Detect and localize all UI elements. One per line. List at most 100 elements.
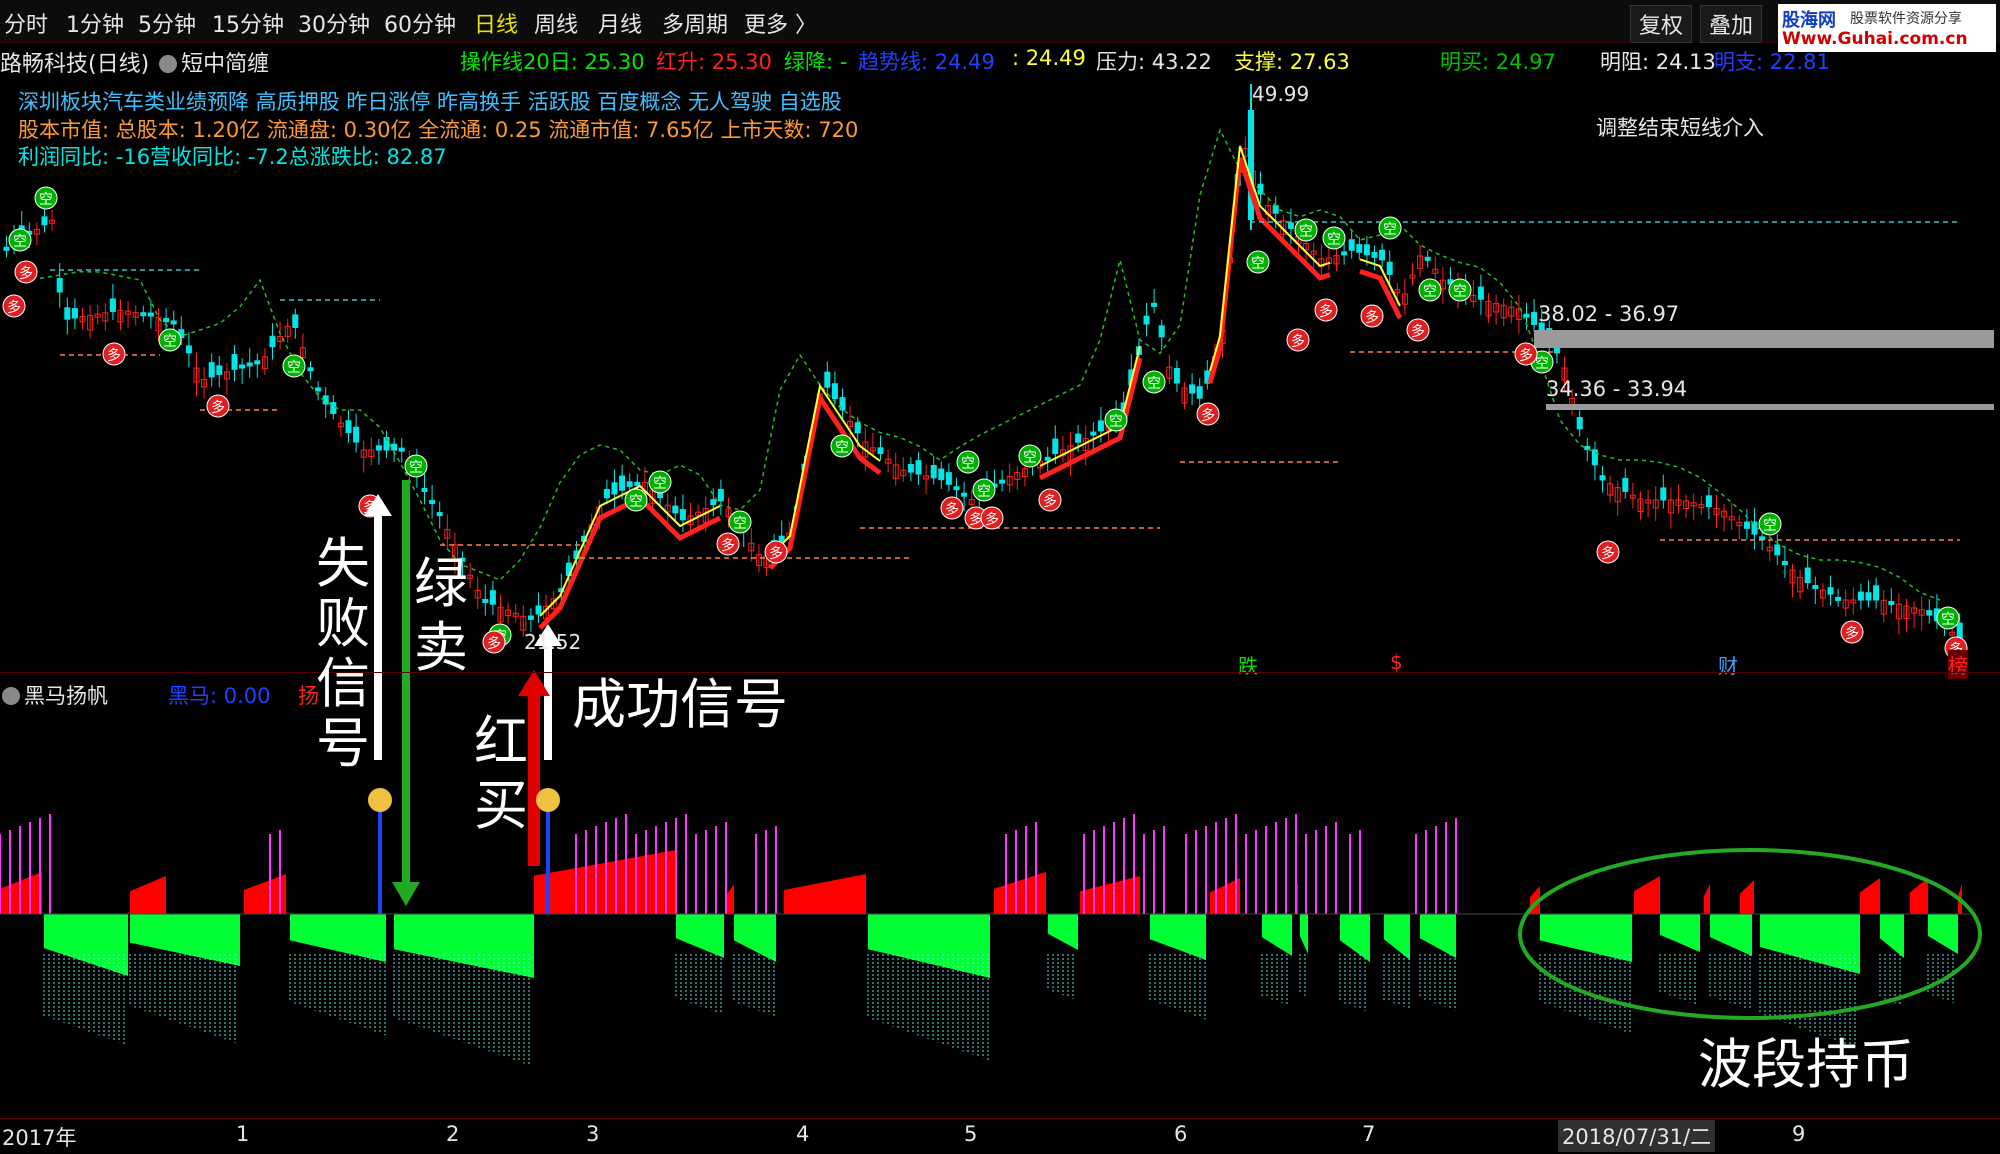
candle-body [1835,596,1842,601]
osc-red-block [726,884,734,914]
buy-marker-text: 多 [1365,309,1379,326]
candle-body [535,605,542,615]
candle-body [1804,567,1811,584]
sell-marker-text: 空 [1023,450,1037,466]
axis-month-2: 2 [446,1122,460,1146]
candle-body [603,488,610,499]
event-tag-dollar[interactable]: $ [1390,650,1403,674]
sell-marker-text: 空 [653,476,667,492]
operating-line-red [768,391,882,570]
osc-red-block [1080,876,1140,914]
event-tag-rank[interactable]: 榜 [1948,650,1968,679]
candle-body [140,312,147,317]
panel-divider [0,672,2000,673]
osc-green-block [1300,914,1308,954]
candle-body [672,505,679,514]
candle-body [953,486,960,491]
event-tag-finance[interactable]: 财 [1718,650,1738,679]
buy-marker-text: 多 [1519,347,1533,364]
candle-body [1888,600,1895,605]
candle-body [1151,302,1158,307]
buy-marker-text: 多 [985,511,999,528]
candle-body [1090,431,1097,436]
axis-year-label: 2017年 [2,1126,77,1150]
event-tag-fall[interactable]: 跌 [1238,650,1258,679]
buy-marker-text: 多 [769,545,783,562]
candle-body [1052,438,1059,455]
sell-marker-text: 空 [1941,612,1955,628]
sell-marker-text: 空 [1535,356,1549,372]
sell-marker-text: 空 [1763,518,1777,534]
kline-chart-canvas[interactable]: 空空空空空空空空空空空空空空空空空空空空空空空空多多多多多多多多多多多多多多多多… [0,0,2000,1154]
candle-body [246,362,253,367]
buy-marker-text: 多 [721,537,735,554]
candle-body [1044,456,1051,461]
fail-signal-annotation: 失败信号 [316,532,370,775]
candle-body [999,479,1006,484]
osc-red-block [1740,880,1754,914]
candle-body [634,481,641,486]
candle-body [353,426,360,443]
candle-body [1348,239,1355,251]
osc-green-block [1540,914,1632,962]
candle-body [231,354,238,370]
osc-green-block [1384,914,1410,960]
buy-marker-text: 多 [1845,625,1859,642]
axis-cursor-date: 2018/07/31/二 [1558,1120,1716,1152]
candle-body [961,492,968,497]
candle-body [436,512,443,517]
osc-green-block [676,914,724,958]
sell-marker-text: 空 [39,192,53,208]
buy-marker-text: 多 [1201,407,1215,424]
candle-body [1873,585,1880,601]
candle-body [64,307,71,320]
candle-body [1356,244,1363,253]
candle-body [3,246,10,251]
osc-green-block [394,914,534,978]
axis-month-9: 9 [1792,1122,1806,1146]
sell-marker-text: 空 [961,456,975,472]
buy-marker-text: 多 [7,299,21,316]
candle-body [619,475,626,491]
candle-body [1857,591,1864,601]
candle-body [831,383,838,400]
candle-body [56,278,63,293]
candle-body [1531,311,1538,325]
osc-green-block [1262,914,1292,956]
green-sell-annotation: 绿卖 [414,552,468,679]
candle-body [109,298,116,313]
osc-red-block [1704,884,1710,914]
osc-green-block [1928,914,1958,954]
candle-body [527,615,534,620]
candle-body [1379,249,1386,261]
resistance-band-2 [1546,404,1994,410]
candle-body [907,463,914,473]
candle-body [626,481,633,487]
candle-body [345,420,352,434]
axis-month-5: 5 [964,1122,978,1146]
candle-body [877,447,884,455]
candle-body [41,216,48,226]
sub-indicator-toggle-icon[interactable] [2,686,20,705]
candle-body [1591,449,1598,466]
resistance-zone-1-label: 38.02 - 36.97 [1538,302,1680,326]
candle-body [824,371,831,388]
candle-body [854,422,861,434]
candle-body [945,472,952,485]
sub-value-0: 黑马: 0.00 [168,684,271,708]
sell-marker-text: 空 [1383,222,1397,238]
sell-marker-text: 空 [1423,284,1437,300]
sell-marker-text: 空 [1327,232,1341,248]
candle-body [1660,487,1667,501]
operating-line-yellow [769,383,881,557]
candle-body [147,312,154,317]
candle-body [1774,544,1781,556]
sell-marker-text: 空 [835,440,849,456]
axis-month-7: 7 [1362,1122,1376,1146]
candle-body [611,482,618,495]
candle-body [1812,585,1819,590]
time-axis-line [0,1118,2000,1119]
candle-body [717,489,724,502]
candle-body [208,362,215,378]
osc-green-block [868,914,990,978]
